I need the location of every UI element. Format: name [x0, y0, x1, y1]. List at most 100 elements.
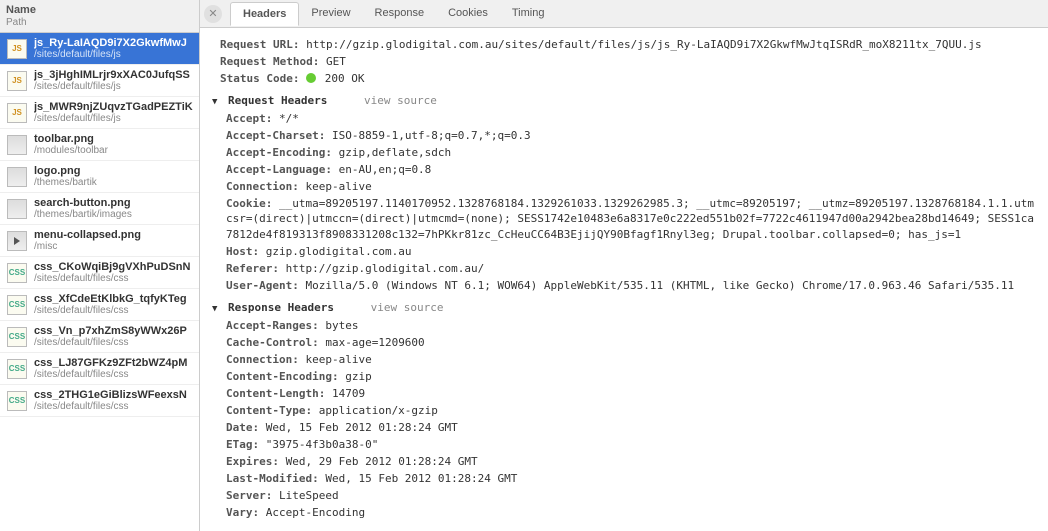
resource-item[interactable]: CSScss_LJ87GFKz9ZFt2bWZ4pM/sites/default… [0, 353, 199, 385]
header-row: Accept: */* [226, 111, 1036, 127]
resource-name: toolbar.png [34, 133, 108, 145]
header-row: Last-Modified: Wed, 15 Feb 2012 01:28:24… [226, 471, 1036, 487]
resource-item[interactable]: CSScss_XfCdeEtKlbkG_tqfyKTeg/sites/defau… [0, 289, 199, 321]
request-method-value: GET [326, 55, 346, 68]
resource-item[interactable]: CSS css_CKoWqiBj9gVXhPuDSnN/sites/default… [0, 257, 199, 289]
header-value: "3975-4f3b0a38-0" [259, 438, 378, 451]
header-row: ETag: "3975-4f3b0a38-0" [226, 437, 1036, 453]
column-header-name: Name [6, 4, 193, 16]
request-url-label: Request URL: [220, 38, 299, 51]
resource-path: /sites/default/files/css [34, 337, 187, 348]
header-row: Connection: keep-alive [226, 179, 1036, 195]
header-row: User-Agent: Mozilla/5.0 (Windows NT 6.1;… [226, 278, 1036, 294]
resource-path: /sites/default/files/css [34, 273, 190, 284]
js-file-icon: JS [6, 70, 28, 92]
details-pane: ✕ HeadersPreviewResponseCookiesTiming Re… [200, 0, 1048, 531]
header-row: Host: gzip.glodigital.com.au [226, 244, 1036, 260]
header-value: http://gzip.glodigital.com.au/ [279, 262, 484, 275]
header-name: Last-Modified: [226, 472, 319, 485]
header-name: Expires: [226, 455, 279, 468]
resource-path: /sites/default/files/js [34, 81, 190, 92]
resource-item[interactable]: JS js_3jHghIMLrjr9xXAC0JufqSS/sites/defau… [0, 65, 199, 97]
header-row: Accept-Encoding: gzip,deflate,sdch [226, 145, 1036, 161]
header-value: 14709 [325, 387, 365, 400]
resource-item[interactable]: logo.png/themes/bartik [0, 161, 199, 193]
header-name: Cache-Control: [226, 336, 319, 349]
header-value: ISO-8859-1,utf-8;q=0.7,*;q=0.3 [325, 129, 530, 142]
resource-item[interactable]: JSjs_MWR9njZUqvzTGadPEZTiK/sites/default… [0, 97, 199, 129]
header-value: __utma=89205197.1140170952.1328768184.13… [226, 197, 1034, 242]
header-name: Host: [226, 245, 259, 258]
response-headers-section-toggle[interactable]: Response Headers view source [212, 300, 1036, 316]
status-dot-icon [306, 73, 316, 83]
resource-item[interactable]: search-button.png/themes/bartik/images [0, 193, 199, 225]
network-resources-sidebar: Name Path JSjs_Ry-LaIAQD9i7X2GkwfMwJ/sit… [0, 0, 200, 531]
resource-name: js_Ry-LaIAQD9i7X2GkwfMwJ [34, 37, 187, 49]
resource-item[interactable]: toolbar.png/modules/toolbar [0, 129, 199, 161]
header-value: gzip,deflate,sdch [332, 146, 451, 159]
status-code-label: Status Code: [220, 72, 299, 85]
status-code-row: Status Code: 200 OK [220, 71, 1036, 87]
header-row: Content-Length: 14709 [226, 386, 1036, 402]
resource-name: logo.png [34, 165, 97, 177]
status-code-value: 200 OK [325, 72, 365, 85]
header-row: Referer: http://gzip.glodigital.com.au/ [226, 261, 1036, 277]
css-file-icon: CSS [6, 358, 28, 380]
header-value: */* [272, 112, 299, 125]
play-file-icon [6, 230, 28, 252]
request-headers-section-toggle[interactable]: Request Headers view source [212, 93, 1036, 109]
request-url-row: Request URL: http://gzip.glodigital.com.… [220, 37, 1036, 53]
header-value: keep-alive [299, 353, 372, 366]
header-name: Vary: [226, 506, 259, 519]
request-headers-title: Request Headers [228, 94, 327, 107]
css-file-icon: CSS [6, 262, 28, 284]
resource-path: /sites/default/files/js [34, 49, 187, 60]
resource-path: /sites/default/files/js [34, 113, 193, 124]
header-name: Content-Encoding: [226, 370, 339, 383]
resource-item[interactable]: CSScss_2THG1eGiBlizsWFeexsN/sites/defaul… [0, 385, 199, 417]
sidebar-header[interactable]: Name Path [0, 0, 199, 33]
resource-name: css_CKoWqiBj9gVXhPuDSnN [34, 261, 190, 273]
header-name: Server: [226, 489, 272, 502]
resource-name: js_3jHghIMLrjr9xXAC0JufqSS [34, 69, 190, 81]
resource-name: css_Vn_p7xhZmS8yWWx26P [34, 325, 187, 337]
header-value: Accept-Encoding [259, 506, 365, 519]
request-headers-body: Accept: */*Accept-Charset: ISO-8859-1,ut… [212, 111, 1036, 294]
header-row: Content-Type: application/x-gzip [226, 403, 1036, 419]
headers-content: Request URL: http://gzip.glodigital.com.… [200, 28, 1048, 531]
header-row: Accept-Charset: ISO-8859-1,utf-8;q=0.7,*… [226, 128, 1036, 144]
header-row: Accept-Language: en-AU,en;q=0.8 [226, 162, 1036, 178]
view-source-link[interactable]: view source [371, 301, 444, 314]
header-value: gzip [339, 370, 372, 383]
resource-item[interactable]: JSjs_Ry-LaIAQD9i7X2GkwfMwJ/sites/default… [0, 33, 199, 65]
header-value: Mozilla/5.0 (Windows NT 6.1; WOW64) Appl… [299, 279, 1014, 292]
header-name: Content-Length: [226, 387, 325, 400]
tab-timing[interactable]: Timing [500, 2, 557, 25]
tab-response[interactable]: Response [363, 2, 437, 25]
header-value: Wed, 29 Feb 2012 01:28:24 GMT [279, 455, 478, 468]
tab-headers[interactable]: Headers [230, 2, 299, 26]
img-file-icon [6, 134, 28, 156]
view-source-link[interactable]: view source [364, 94, 437, 107]
header-name: Accept-Ranges: [226, 319, 319, 332]
tab-cookies[interactable]: Cookies [436, 2, 500, 25]
header-name: Accept-Encoding: [226, 146, 332, 159]
request-method-label: Request Method: [220, 55, 319, 68]
tab-preview[interactable]: Preview [299, 2, 362, 25]
header-name: ETag: [226, 438, 259, 451]
resource-name: css_LJ87GFKz9ZFt2bWZ4pM [34, 357, 187, 369]
header-name: Connection: [226, 180, 299, 193]
close-icon[interactable]: ✕ [204, 5, 222, 23]
resource-item[interactable]: menu-collapsed.png/misc [0, 225, 199, 257]
header-name: Connection: [226, 353, 299, 366]
header-row: Cache-Control: max-age=1209600 [226, 335, 1036, 351]
js-file-icon: JS [6, 102, 28, 124]
response-headers-title: Response Headers [228, 301, 334, 314]
header-name: User-Agent: [226, 279, 299, 292]
header-name: Content-Type: [226, 404, 312, 417]
header-row: Server: LiteSpeed [226, 488, 1036, 504]
header-value: LiteSpeed [272, 489, 338, 502]
header-value: application/x-gzip [312, 404, 438, 417]
resource-path: /themes/bartik [34, 177, 97, 188]
resource-item[interactable]: CSScss_Vn_p7xhZmS8yWWx26P/sites/default/… [0, 321, 199, 353]
